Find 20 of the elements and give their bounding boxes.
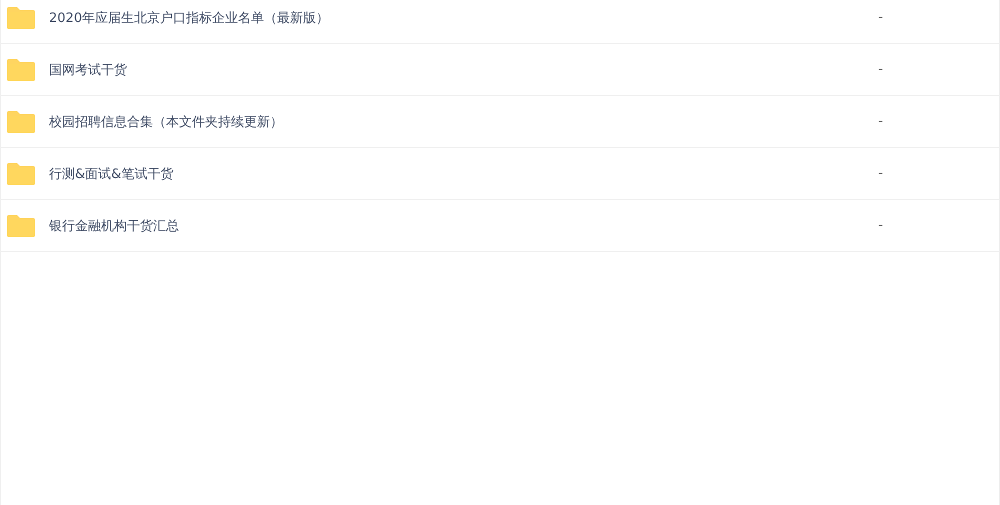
folder-name: 国网考试干货 (49, 62, 127, 78)
file-size: - (878, 166, 883, 181)
folder-row[interactable]: 行测&面试&笔试干货 - (1, 148, 999, 200)
folder-row[interactable]: 2020年应届生北京户口指标企业名单（最新版） - (1, 0, 999, 44)
folder-name: 校园招聘信息合集（本文件夹持续更新） (49, 114, 283, 130)
folder-row[interactable]: 国网考试干货 - (1, 44, 999, 96)
folder-name: 2020年应届生北京户口指标企业名单（最新版） (49, 10, 330, 26)
folder-icon (6, 110, 36, 134)
folder-icon (6, 58, 36, 82)
file-size: - (878, 10, 883, 25)
file-size: - (878, 218, 883, 233)
folder-name: 行测&面试&笔试干货 (49, 166, 174, 182)
folder-name: 银行金融机构干货汇总 (49, 218, 179, 234)
folder-icon (6, 214, 36, 238)
file-size: - (878, 114, 883, 129)
folder-row[interactable]: 银行金融机构干货汇总 - (1, 200, 999, 252)
folder-row[interactable]: 校园招聘信息合集（本文件夹持续更新） - (1, 96, 999, 148)
folder-icon (6, 6, 36, 30)
folder-icon (6, 162, 36, 186)
file-size: - (878, 62, 883, 77)
